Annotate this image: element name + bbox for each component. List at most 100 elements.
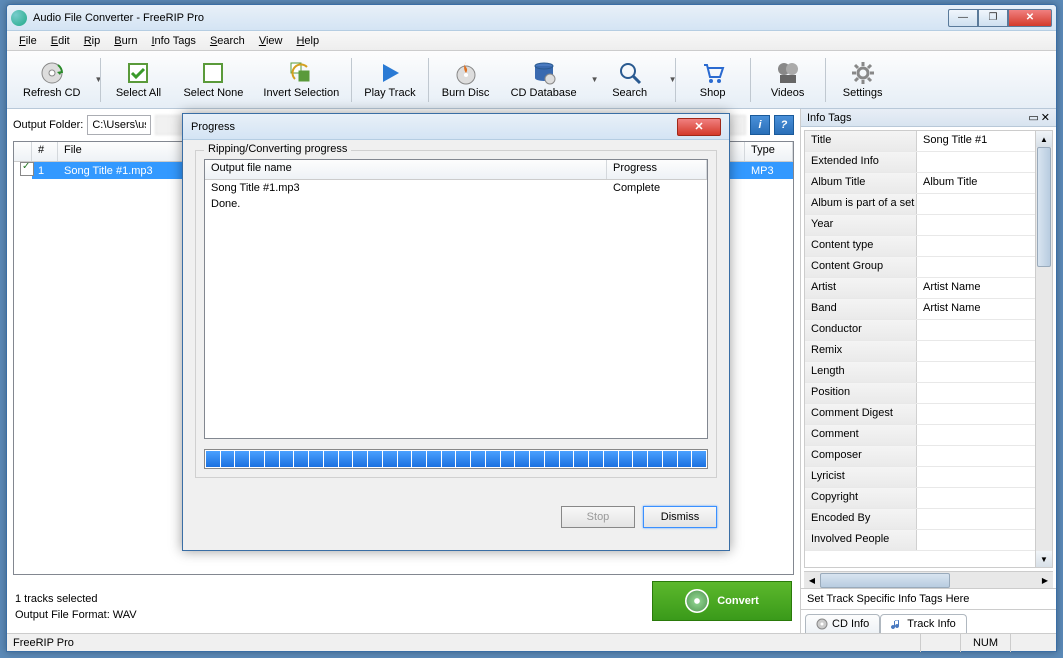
- tag-value[interactable]: [917, 383, 1035, 403]
- tag-row[interactable]: Year: [805, 215, 1035, 236]
- tab-cd-info[interactable]: CD Info: [805, 614, 880, 633]
- tag-value[interactable]: [917, 194, 1035, 214]
- close-button[interactable]: ✕: [1008, 9, 1052, 27]
- tag-value[interactable]: [917, 257, 1035, 277]
- tag-value[interactable]: [917, 488, 1035, 508]
- tag-value[interactable]: [917, 341, 1035, 361]
- scroll-thumb[interactable]: [1037, 147, 1051, 267]
- panel-float-icon[interactable]: ▭: [1028, 111, 1038, 124]
- videos-button[interactable]: Videos: [753, 54, 823, 106]
- invert-selection-button[interactable]: Invert Selection: [253, 54, 349, 106]
- select-none-button[interactable]: Select None: [173, 54, 253, 106]
- tag-value[interactable]: [917, 509, 1035, 529]
- tag-row[interactable]: Content type: [805, 236, 1035, 257]
- tag-row[interactable]: Conductor: [805, 320, 1035, 341]
- tag-row[interactable]: Involved People: [805, 530, 1035, 551]
- col-output-file[interactable]: Output file name: [205, 160, 607, 179]
- tag-row[interactable]: Lyricist: [805, 467, 1035, 488]
- tag-value[interactable]: Album Title: [917, 173, 1035, 193]
- tag-value[interactable]: [917, 236, 1035, 256]
- col-type[interactable]: Type: [745, 142, 793, 161]
- tag-row[interactable]: ArtistArtist Name: [805, 278, 1035, 299]
- dropdown-arrow-icon[interactable]: ▼: [665, 75, 673, 84]
- play-track-button[interactable]: Play Track: [354, 54, 425, 106]
- refresh-cd-button[interactable]: Refresh CD: [13, 54, 90, 106]
- menu-rip[interactable]: Rip: [78, 33, 107, 49]
- settings-button[interactable]: Settings: [828, 54, 898, 106]
- hscroll-thumb[interactable]: [820, 573, 950, 588]
- help-button[interactable]: ?: [774, 115, 794, 135]
- panel-close-icon[interactable]: ✕: [1041, 111, 1050, 124]
- tag-row[interactable]: Encoded By: [805, 509, 1035, 530]
- tag-row[interactable]: Comment Digest: [805, 404, 1035, 425]
- tag-row[interactable]: Copyright: [805, 488, 1035, 509]
- menu-file[interactable]: File: [13, 33, 43, 49]
- dialog-close-button[interactable]: ✕: [677, 118, 721, 136]
- tag-value[interactable]: Artist Name: [917, 278, 1035, 298]
- menu-help[interactable]: Help: [290, 33, 325, 49]
- scroll-up-icon[interactable]: ▲: [1036, 131, 1052, 147]
- cart-icon: [701, 61, 725, 85]
- tab-track-info[interactable]: Track Info: [880, 614, 967, 633]
- tag-row[interactable]: Album TitleAlbum Title: [805, 173, 1035, 194]
- tag-label: Content Group: [805, 257, 917, 277]
- cd-icon: [685, 589, 709, 613]
- tag-label: Album Title: [805, 173, 917, 193]
- horizontal-scrollbar[interactable]: ◀ ▶: [804, 571, 1053, 588]
- tag-value[interactable]: [917, 530, 1035, 550]
- tag-label: Album is part of a set: [805, 194, 917, 214]
- menu-burn[interactable]: Burn: [108, 33, 143, 49]
- scroll-down-icon[interactable]: ▼: [1036, 551, 1052, 567]
- titlebar[interactable]: Audio File Converter - FreeRIP Pro — ❐ ✕: [7, 5, 1056, 31]
- tag-value[interactable]: [917, 362, 1035, 382]
- progress-list[interactable]: Output file name Progress Song Title #1.…: [204, 159, 708, 439]
- col-num[interactable]: #: [32, 142, 58, 161]
- menu-search[interactable]: Search: [204, 33, 251, 49]
- tag-value[interactable]: [917, 404, 1035, 424]
- menu-info-tags[interactable]: Info Tags: [145, 33, 201, 49]
- tag-row[interactable]: TitleSong Title #1: [805, 131, 1035, 152]
- tag-value[interactable]: [917, 215, 1035, 235]
- tag-value[interactable]: [917, 425, 1035, 445]
- menu-edit[interactable]: Edit: [45, 33, 76, 49]
- minimize-button[interactable]: —: [948, 9, 978, 27]
- dialog-titlebar[interactable]: Progress ✕: [183, 114, 729, 140]
- tag-row[interactable]: Extended Info: [805, 152, 1035, 173]
- tag-value[interactable]: [917, 320, 1035, 340]
- tag-row[interactable]: Composer: [805, 446, 1035, 467]
- burn-disc-button[interactable]: Burn Disc: [431, 54, 501, 106]
- dropdown-arrow-icon[interactable]: ▼: [90, 75, 98, 84]
- convert-button[interactable]: Convert: [652, 581, 792, 621]
- tag-value[interactable]: [917, 467, 1035, 487]
- set-specific-link[interactable]: Set Track Specific Info Tags Here: [801, 588, 1056, 609]
- scroll-right-icon[interactable]: ▶: [1037, 576, 1053, 585]
- tag-row[interactable]: Position: [805, 383, 1035, 404]
- dismiss-button[interactable]: Dismiss: [643, 506, 717, 528]
- output-folder-field[interactable]: [87, 115, 151, 135]
- shop-button[interactable]: Shop: [678, 54, 748, 106]
- tracks-selected-label: 1 tracks selected: [15, 593, 137, 605]
- col-progress[interactable]: Progress: [607, 160, 707, 179]
- tag-value[interactable]: Song Title #1: [917, 131, 1035, 151]
- tag-row[interactable]: Content Group: [805, 257, 1035, 278]
- tag-value[interactable]: Artist Name: [917, 299, 1035, 319]
- tag-value[interactable]: [917, 446, 1035, 466]
- tag-row[interactable]: Album is part of a set: [805, 194, 1035, 215]
- tag-value[interactable]: [917, 152, 1035, 172]
- dropdown-arrow-icon[interactable]: ▼: [587, 75, 595, 84]
- scroll-left-icon[interactable]: ◀: [804, 576, 820, 585]
- menu-view[interactable]: View: [253, 33, 289, 49]
- select-all-button[interactable]: Select All: [103, 54, 173, 106]
- search-button[interactable]: Search: [595, 54, 665, 106]
- gear-icon: [851, 61, 875, 85]
- tag-grid[interactable]: TitleSong Title #1Extended InfoAlbum Tit…: [805, 131, 1035, 567]
- vertical-scrollbar[interactable]: ▲ ▼: [1035, 131, 1052, 567]
- tag-row[interactable]: Comment: [805, 425, 1035, 446]
- tag-row[interactable]: Length: [805, 362, 1035, 383]
- tag-row[interactable]: BandArtist Name: [805, 299, 1035, 320]
- row-checkbox[interactable]: [20, 162, 34, 176]
- maximize-button[interactable]: ❐: [978, 9, 1008, 27]
- tag-row[interactable]: Remix: [805, 341, 1035, 362]
- info-button[interactable]: i: [750, 115, 770, 135]
- cd-database-button[interactable]: CD Database: [501, 54, 587, 106]
